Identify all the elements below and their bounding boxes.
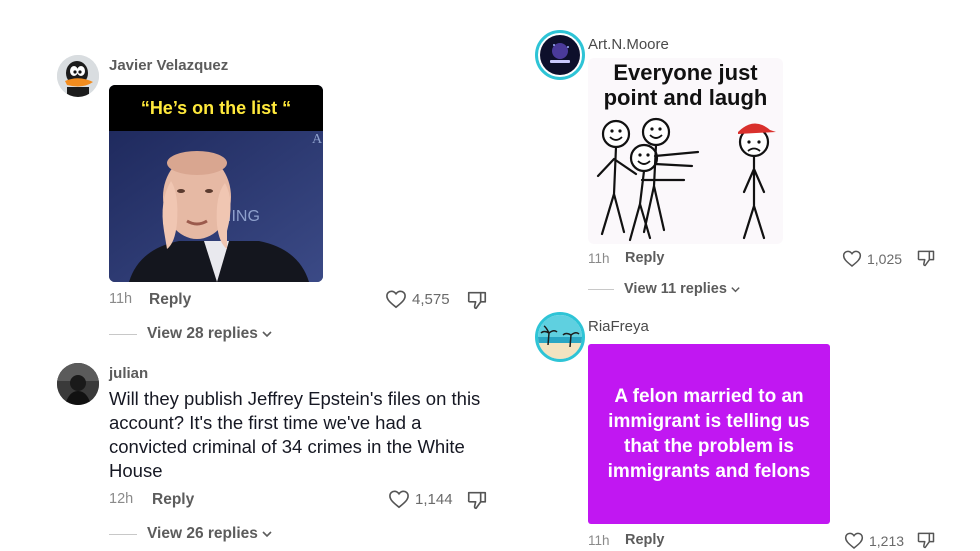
avatar[interactable] <box>57 55 99 97</box>
image-caption: A felon married to an immigrant is telli… <box>607 386 811 482</box>
duck-avatar-icon <box>57 55 99 97</box>
stick-figures-illustration-icon <box>596 117 776 242</box>
view-replies-label: View 26 replies <box>147 525 258 542</box>
heart-outline-icon <box>844 532 864 549</box>
timestamp: 11h <box>588 533 610 548</box>
view-replies-button[interactable]: View 28 replies <box>109 325 273 343</box>
dislike-button[interactable] <box>466 489 488 516</box>
like-count: 1,213 <box>869 532 905 549</box>
reply-button[interactable]: Reply <box>625 250 665 266</box>
like-button[interactable]: 1,144 <box>388 489 453 509</box>
heart-outline-icon <box>389 490 409 509</box>
timestamp: 12h <box>109 491 134 507</box>
username[interactable]: Javier Velazquez <box>109 57 228 74</box>
like-count: 1,025 <box>867 250 903 267</box>
username[interactable]: RiaFreya <box>588 318 649 335</box>
reply-button[interactable]: Reply <box>152 491 194 509</box>
like-button[interactable]: 1,025 <box>842 249 902 268</box>
dislike-button[interactable] <box>916 530 936 551</box>
chevron-down-icon <box>262 331 272 338</box>
view-replies-label: View 28 replies <box>147 325 258 342</box>
dislike-button[interactable] <box>466 289 488 316</box>
user-avatar-icon <box>57 363 99 405</box>
comment-art-n-moore: Art.N.Moore Everyone just point and laug… <box>500 0 980 310</box>
reply-button[interactable]: Reply <box>625 532 665 548</box>
thumbs-down-icon <box>467 291 487 310</box>
username[interactable]: Art.N.Moore <box>588 36 669 53</box>
divider <box>109 333 137 335</box>
like-count: 4,575 <box>412 290 450 308</box>
like-button[interactable]: 4,575 <box>385 289 450 309</box>
image-caption: “He’s on the list “ <box>140 97 292 118</box>
image-caption-line: point and laugh <box>603 85 768 110</box>
avatar[interactable] <box>535 30 585 80</box>
chevron-down-icon <box>731 286 740 292</box>
like-button[interactable]: 1,213 <box>844 531 904 550</box>
svg-text:IING: IING <box>227 208 260 225</box>
divider <box>109 533 137 535</box>
like-count: 1,144 <box>415 490 453 508</box>
image-caption-line: Everyone just <box>613 60 758 85</box>
chevron-down-icon <box>262 531 272 538</box>
view-replies-button[interactable]: View 26 replies <box>109 525 273 543</box>
person-photo-icon: A IING <box>109 131 323 282</box>
timestamp: 11h <box>588 251 610 266</box>
thumbs-down-icon <box>467 491 487 510</box>
comment-image[interactable]: A felon married to an immigrant is telli… <box>588 344 830 524</box>
avatar[interactable] <box>57 363 99 405</box>
comment-image[interactable]: “He’s on the list “ A IING <box>109 85 323 282</box>
thumbs-down-icon <box>917 250 935 267</box>
divider <box>588 288 614 290</box>
avatar[interactable] <box>535 312 585 362</box>
comment-riafreya: RiaFreya A felon married to an immigrant… <box>500 310 980 551</box>
art-logo-avatar-icon <box>540 35 580 75</box>
username[interactable]: julian <box>109 365 148 382</box>
beach-avatar-icon <box>538 315 582 359</box>
comment-julian: julian Will they publish Jeffrey Epstein… <box>0 350 500 551</box>
dislike-button[interactable] <box>916 248 936 273</box>
comment-text: Will they publish Jeffrey Epstein's file… <box>109 388 481 481</box>
view-replies-label: View 11 replies <box>624 281 727 297</box>
thumbs-down-icon <box>917 532 935 549</box>
view-replies-button[interactable]: View 11 replies <box>588 281 741 297</box>
comment-image[interactable]: Everyone just point and laugh <box>588 58 783 244</box>
svg-text:A: A <box>312 132 323 147</box>
timestamp: 11h <box>109 291 133 307</box>
reply-button[interactable]: Reply <box>149 291 191 309</box>
heart-outline-icon <box>386 290 406 309</box>
heart-outline-icon <box>842 250 862 267</box>
image-caption: Everyone just point and laugh <box>588 60 783 110</box>
comment-javier: Javier Velazquez “He’s on the list “ A I… <box>0 0 500 350</box>
